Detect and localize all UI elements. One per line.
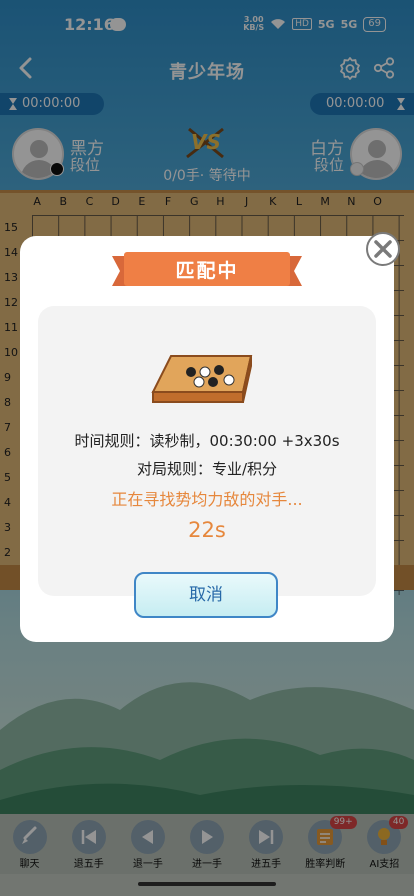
matching-dialog: 匹配中 时间规则：读秒制，00:30:00 +3x30s 对局规则：专业/积分 … [20,236,394,642]
dialog-title: 匹配中 [175,260,239,282]
time-rule: 时间规则：读秒制，00:30:00 +3x30s [74,432,340,450]
dialog-ribbon: 匹配中 [112,250,302,290]
game-rule: 对局规则：专业/积分 [136,460,278,478]
gomoku-board-icon [151,355,253,403]
dialog-content: 时间规则：读秒制，00:30:00 +3x30s 对局规则：专业/积分 正在寻找… [38,306,376,596]
cancel-button[interactable]: 取消 [134,572,278,618]
close-icon[interactable] [366,232,400,266]
countdown-timer: 22s [188,518,226,542]
searching-text: 正在寻找势均力敌的对手... [111,490,303,509]
